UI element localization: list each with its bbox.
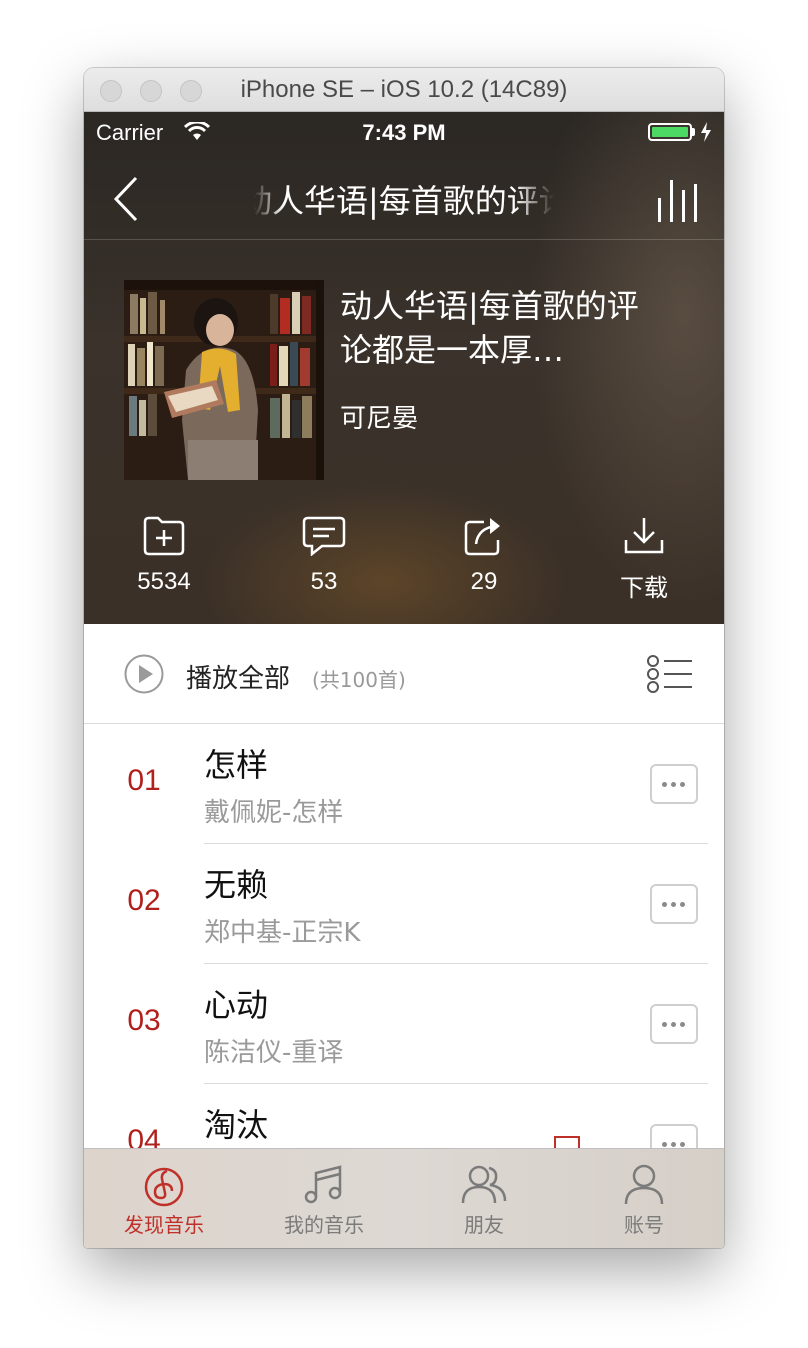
more-options-button[interactable] (650, 764, 698, 804)
song-title: 怎样 (204, 746, 269, 784)
account-icon (624, 1164, 664, 1205)
comment-count: 53 (310, 568, 338, 595)
nav-title: 动人华语|每首歌的评论都是一本厚重的故事书 (254, 182, 554, 220)
now-playing-icon[interactable] (656, 176, 704, 224)
play-circle-icon[interactable] (124, 654, 164, 694)
collect-count: 5534 (137, 568, 191, 595)
play-all-label: 播放全部 (186, 664, 291, 694)
playlist-creator[interactable]: 可尼晏 (340, 398, 418, 435)
share-icon (464, 518, 500, 556)
charging-icon (701, 122, 711, 142)
song-title: 淘汰 (204, 1106, 269, 1144)
back-arrow-icon[interactable] (108, 174, 148, 224)
download-icon (624, 518, 664, 554)
comment-button[interactable]: 53 (264, 516, 384, 616)
song-title: 心动 (204, 986, 269, 1024)
comment-icon (302, 516, 346, 556)
download-button[interactable]: 下载 (584, 516, 704, 616)
tab-label: 发现音乐 (124, 1213, 204, 1237)
playlist-title: 动人华语|每首歌的评论都是一本厚… (340, 287, 639, 369)
play-all-row[interactable]: 播放全部 (共100首) (84, 624, 724, 724)
playlist-cover-image[interactable] (124, 280, 324, 480)
my-music-icon (304, 1165, 342, 1204)
add-to-folder-icon (143, 516, 185, 556)
tab-my-music[interactable]: 我的音乐 (244, 1149, 404, 1248)
tab-label: 朋友 (464, 1213, 504, 1237)
song-artist-album: 陈洁仪-重译 (204, 1038, 344, 1068)
track-number: 03 (127, 1004, 161, 1037)
simulator-window: iPhone SE – iOS 10.2 (14C89) Carrier 7:4… (84, 68, 724, 1248)
discover-music-icon (144, 1167, 184, 1207)
tab-discover-music[interactable]: 发现音乐 (84, 1149, 244, 1248)
playlist-header: Carrier 7:43 PM 动人华语|每首歌的评论都是一本厚重的故事书 (84, 112, 724, 624)
share-count: 29 (470, 568, 498, 595)
window-title: iPhone SE – iOS 10.2 (14C89) (240, 76, 568, 103)
tab-bar: 发现音乐 我的音乐 朋友 账号 (84, 1148, 724, 1248)
song-artist-album: 戴佩妮-怎样 (204, 798, 344, 828)
tab-label: 账号 (624, 1213, 664, 1237)
tab-friends[interactable]: 朋友 (404, 1149, 564, 1248)
song-count: (共100首) (312, 668, 406, 692)
more-options-button[interactable] (650, 884, 698, 924)
download-label: 下载 (620, 575, 668, 602)
phone-screen: Carrier 7:43 PM 动人华语|每首歌的评论都是一本厚重的故事书 (84, 112, 724, 1248)
track-number: 01 (127, 764, 161, 797)
song-row[interactable]: 02 无赖 郑中基-正宗K (84, 844, 724, 964)
more-options-button[interactable] (650, 1004, 698, 1044)
status-bar: Carrier 7:43 PM (84, 112, 724, 156)
tab-label: 我的音乐 (284, 1213, 364, 1237)
friends-icon (461, 1165, 507, 1204)
tab-account[interactable]: 账号 (564, 1149, 724, 1248)
song-row[interactable]: 03 心动 陈洁仪-重译 (84, 964, 724, 1084)
song-artist-album: 郑中基-正宗K (204, 918, 361, 948)
battery-icon (648, 123, 692, 141)
collect-button[interactable]: 5534 (104, 516, 224, 616)
song-row[interactable]: 01 怎样 戴佩妮-怎样 (84, 724, 724, 844)
window-titlebar: iPhone SE – iOS 10.2 (14C89) (84, 68, 724, 112)
status-time: 7:43 PM (362, 120, 446, 145)
track-number: 02 (127, 884, 161, 917)
nav-bar: 动人华语|每首歌的评论都是一本厚重的故事书 (84, 156, 724, 240)
multi-select-icon[interactable] (646, 654, 694, 694)
song-title: 无赖 (204, 866, 269, 904)
share-button[interactable]: 29 (424, 516, 544, 616)
cover-artwork (124, 280, 324, 480)
